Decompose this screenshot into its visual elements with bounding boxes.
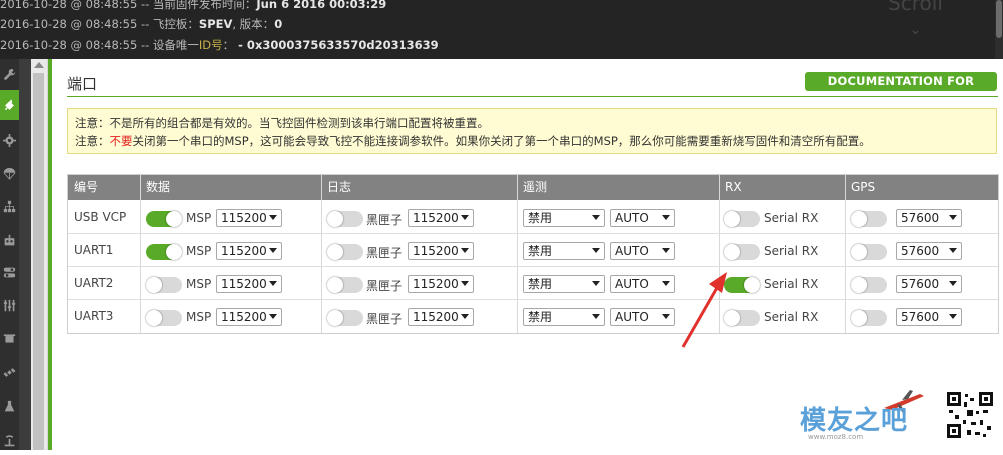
- watermark-url: www.moz8.com: [808, 433, 864, 441]
- watermark-text: 模友之吧: [800, 406, 909, 436]
- annotation-arrow: [681, 272, 727, 348]
- qr-code-icon: [945, 390, 995, 440]
- watermark: 模友之吧 www.moz8.com: [800, 400, 909, 441]
